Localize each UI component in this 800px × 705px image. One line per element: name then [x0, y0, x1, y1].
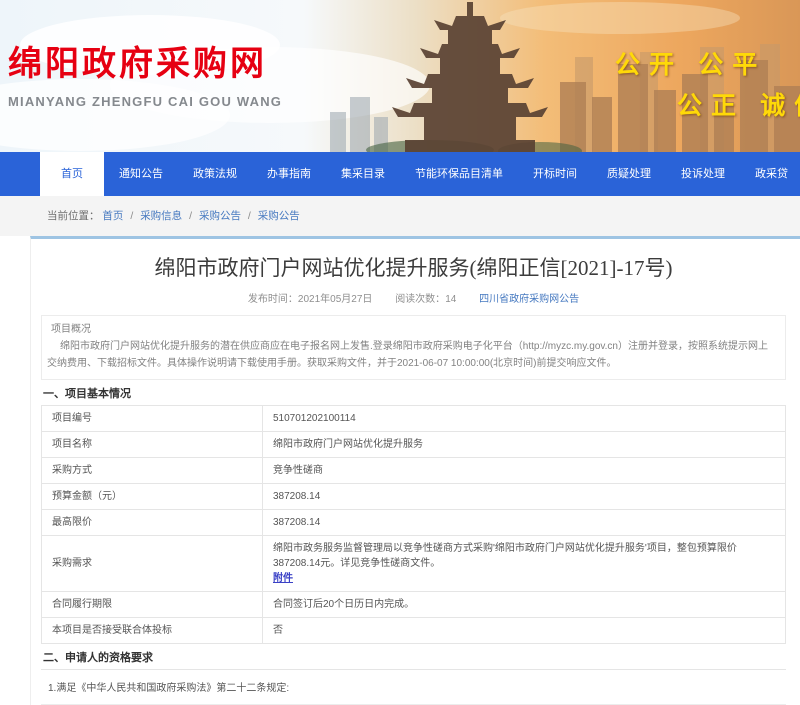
attachment-link[interactable]: 附件 — [273, 573, 293, 584]
field-value: 绵阳市政务服务监督管理局以竞争性磋商方式采购'绵阳市政府门户网站优化提升服务'项… — [263, 536, 786, 592]
overview-text: 绵阳市政府门户网站优化提升服务的潜在供应商应在电子报名网上发售.登录绵阳市政府采… — [47, 338, 773, 372]
breadcrumb-bar: 当前位置： 首页 / 采购信息 / 采购公告 / 采购公告 — [0, 196, 800, 236]
site-banner: 绵阳政府采购网 MIANYANG ZHENGFU CAI GOU WANG 公开… — [0, 0, 800, 152]
nav-tab-query[interactable]: 质疑处理 — [592, 152, 666, 196]
table-row: 本项目是否接受联合体投标 否 — [42, 618, 786, 644]
field-label: 预算金额（元） — [42, 484, 263, 510]
table-row: 最高限价 387208.14 — [42, 510, 786, 536]
breadcrumb-link-notice[interactable]: 采购公告 — [199, 210, 241, 222]
field-value: 387208.14 — [263, 510, 786, 536]
field-label: 项目名称 — [42, 432, 263, 458]
article-title: 绵阳市政府门户网站优化提升服务(绵阳正信[2021]-17号) — [41, 252, 786, 282]
table-row: 采购需求 绵阳市政务服务监督管理局以竞争性磋商方式采购'绵阳市政府门户网站优化提… — [42, 536, 786, 592]
site-title: 绵阳政府采购网 — [8, 36, 282, 85]
nav-tab-catalog[interactable]: 集采目录 — [326, 152, 400, 196]
breadcrumb-separator: / — [185, 210, 196, 222]
field-label: 本项目是否接受联合体投标 — [42, 618, 263, 644]
table-row: 合同履行期限 合同签订后20个日历日内完成。 — [42, 592, 786, 618]
breadcrumb-link-info[interactable]: 采购信息 — [140, 210, 182, 222]
nav-tab-energy-list[interactable]: 节能环保品目清单 — [400, 152, 518, 196]
field-value: 510701202100114 — [263, 406, 786, 432]
site-subtitle: MIANYANG ZHENGFU CAI GOU WANG — [8, 94, 282, 109]
publish-time: 发布时间：2021年05月27日 — [248, 294, 373, 305]
site-brand: 绵阳政府采购网 MIANYANG ZHENGFU CAI GOU WANG — [8, 36, 282, 109]
field-value: 387208.14 — [263, 484, 786, 510]
nav-tab-notice[interactable]: 通知公告 — [104, 152, 178, 196]
nav-tab-guide[interactable]: 办事指南 — [252, 152, 326, 196]
content-panel: 绵阳市政府门户网站优化提升服务(绵阳正信[2021]-17号) 发布时间：202… — [30, 236, 800, 705]
nav-tab-policy[interactable]: 政策法规 — [178, 152, 252, 196]
breadcrumb-separator: / — [244, 210, 255, 222]
read-count: 阅读次数：14 — [395, 294, 456, 305]
field-label: 采购需求 — [42, 536, 263, 592]
table-row: 项目编号 510701202100114 — [42, 406, 786, 432]
nav-tab-home[interactable]: 首页 — [40, 152, 104, 196]
slogan-line-1: 公开 公平 — [615, 45, 766, 81]
project-info-table: 项目编号 510701202100114 项目名称 绵阳市政府门户网站优化提升服… — [41, 405, 786, 644]
nav-list: 首页 通知公告 政策法规 办事指南 集采目录 节能环保品目清单 开标时间 质疑处… — [40, 152, 800, 196]
table-row: 采购方式 竞争性磋商 — [42, 458, 786, 484]
qualification-item: 1.满足《中华人民共和国政府采购法》第二十二条规定: — [41, 670, 786, 705]
source-announcement-link[interactable]: 四川省政府采购网公告 — [479, 294, 579, 305]
breadcrumb-separator: / — [126, 210, 137, 222]
main-nav: 首页 通知公告 政策法规 办事指南 集采目录 节能环保品目清单 开标时间 质疑处… — [0, 152, 800, 196]
field-value: 竞争性磋商 — [263, 458, 786, 484]
slogan-line-2: 公正 诚信 — [677, 86, 800, 122]
breadcrumb-link-home[interactable]: 首页 — [102, 210, 123, 222]
field-value: 合同签订后20个日历日内完成。 — [263, 592, 786, 618]
table-row: 预算金额（元） 387208.14 — [42, 484, 786, 510]
field-label: 项目编号 — [42, 406, 263, 432]
field-label: 采购方式 — [42, 458, 263, 484]
field-value: 绵阳市政府门户网站优化提升服务 — [263, 432, 786, 458]
nav-tab-complaint[interactable]: 投诉处理 — [666, 152, 740, 196]
demand-text: 绵阳市政务服务监督管理局以竞争性磋商方式采购'绵阳市政府门户网站优化提升服务'项… — [273, 543, 737, 569]
nav-tab-gov-loan[interactable]: 政采贷 — [740, 152, 800, 196]
field-value: 否 — [263, 618, 786, 644]
nav-tab-bid-opening[interactable]: 开标时间 — [518, 152, 592, 196]
article-meta: 发布时间：2021年05月27日 阅读次数：14 四川省政府采购网公告 — [41, 290, 786, 305]
section1-heading: 一、项目基本情况 — [41, 380, 786, 405]
project-overview-box: 项目概况 绵阳市政府门户网站优化提升服务的潜在供应商应在电子报名网上发售.登录绵… — [41, 315, 786, 380]
breadcrumb-label: 当前位置： — [47, 210, 100, 222]
section2-heading: 二、申请人的资格要求 — [41, 644, 786, 670]
breadcrumb-link-notice2[interactable]: 采购公告 — [258, 210, 300, 222]
field-label: 合同履行期限 — [42, 592, 263, 618]
page: 绵阳政府采购网 MIANYANG ZHENGFU CAI GOU WANG 公开… — [0, 0, 800, 630]
field-label: 最高限价 — [42, 510, 263, 536]
overview-title: 项目概况 — [47, 321, 773, 338]
table-row: 项目名称 绵阳市政府门户网站优化提升服务 — [42, 432, 786, 458]
